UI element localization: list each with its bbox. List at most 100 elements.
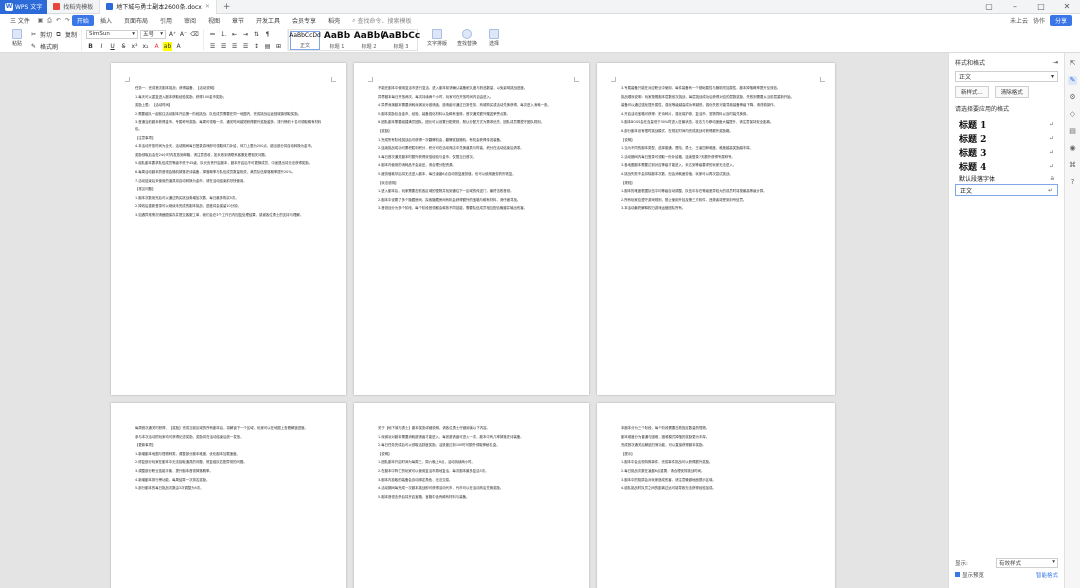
style-heading-2[interactable]: AaBb( 标题 2 [354, 31, 384, 50]
menu-item-start[interactable]: 开始 [71, 15, 94, 26]
strikethrough-icon[interactable]: S̶ [119, 42, 128, 51]
decrease-indent-icon[interactable]: ⇤ [230, 30, 239, 39]
numbered-list-icon[interactable]: ⒈ [219, 30, 228, 39]
new-tab-button[interactable]: + [217, 2, 237, 12]
underline-icon[interactable]: U [108, 42, 117, 51]
find-replace-button[interactable]: 查找替换 [454, 29, 480, 51]
line-spacing-icon[interactable]: ↕ [252, 42, 261, 51]
app-logo[interactable]: W WPS 文字 [0, 0, 48, 14]
page-1[interactable]: 任务一：完成首次副本挑战；获得装备，【活动说明】 1.每天可以重复进入副本获取经验… [111, 63, 346, 395]
collab-button[interactable]: 协作 [1033, 16, 1045, 25]
save-icon[interactable]: ▣ [36, 17, 45, 24]
style-item-heading-2[interactable]: 标题 2 ↵ [955, 131, 1058, 145]
format-painter-button[interactable]: ✎ 格式刷 [29, 41, 77, 51]
style-item-label: 正文 [960, 187, 973, 195]
style-normal[interactable]: AaBbCcDd 正文 [289, 31, 321, 50]
translate-icon[interactable]: ⌘ [1068, 161, 1077, 170]
copy-icon[interactable]: ⧉ [54, 30, 63, 39]
menu-item-view[interactable]: 视图 [202, 16, 226, 25]
minimize-icon[interactable]: – [1002, 2, 1028, 11]
chevron-down-icon: ▾ [1050, 73, 1054, 80]
align-left-icon[interactable]: ☰ [208, 42, 217, 51]
menu-item-chapter[interactable]: 章节 [226, 16, 250, 25]
menu-item-insert[interactable]: 插入 [94, 16, 118, 25]
font-name-select[interactable]: SimSun ▾ [86, 29, 139, 39]
style-item-normal[interactable]: 正文 ↵ [955, 184, 1058, 196]
close-icon[interactable]: ✕ [205, 3, 210, 10]
clear-format-button[interactable]: 清除格式 [994, 86, 1029, 98]
print-icon[interactable]: ⎙ [45, 17, 54, 25]
menu-item-reference[interactable]: 引用 [154, 16, 178, 25]
paragraph-mark-icon: ↵ [1048, 134, 1054, 142]
location-icon[interactable]: ◉ [1068, 144, 1077, 153]
style-heading-1[interactable]: AaBb 标题 1 [322, 31, 353, 50]
font-size-select[interactable]: 五号 ▾ [140, 29, 167, 39]
increase-indent-icon[interactable]: ⇥ [241, 30, 250, 39]
superscript-icon[interactable]: x² [130, 42, 139, 51]
bold-icon[interactable]: B [86, 42, 95, 51]
bullet-list-icon[interactable]: ≔ [208, 30, 217, 39]
maximize-icon[interactable]: □ [1028, 2, 1054, 11]
styles-gallery: AaBbCcDd 正文 AaBb 标题 1 AaBb( 标题 2 AaBbCc … [288, 29, 420, 51]
clear-format-icon[interactable]: ⌫ [190, 30, 199, 39]
menu-item-member[interactable]: 会员专享 [286, 16, 322, 25]
undo-icon[interactable]: ↶ [54, 17, 63, 24]
select-button[interactable]: 选择 [484, 29, 504, 51]
page-3[interactable]: 3.专属装备只能在对应职业中使用，每件装备有一个基础属性与随机附加属性，副本掉落… [597, 63, 835, 395]
redo-icon[interactable]: ↷ [63, 17, 72, 24]
tab-document[interactable]: 地下城与勇士副本2600条.docx ✕ [100, 0, 217, 14]
help-icon[interactable]: ? [1068, 178, 1077, 187]
document-area[interactable]: 任务一：完成首次副本挑战；获得装备，【活动说明】 1.每天可以重复进入副本获取经验… [0, 53, 948, 588]
menu-item-layout[interactable]: 页面布局 [118, 16, 154, 25]
menu-item-developer[interactable]: 开发工具 [250, 16, 286, 25]
show-filter-select[interactable]: 有效样式 ▾ [996, 558, 1058, 568]
highlight-icon[interactable]: ab [163, 41, 173, 51]
smart-format-link[interactable]: 智能格式 [1036, 571, 1058, 579]
new-style-button[interactable]: 新样式... [955, 86, 989, 98]
page-2[interactable]: 不能在副本中使用复活币进行复活，进入副本前请确认装备耐久度与药品数量，以免影响挑… [354, 63, 589, 395]
menu-item-review[interactable]: 审阅 [178, 16, 202, 25]
text-tools-button[interactable]: 文字排版 [424, 29, 450, 51]
panel-close-icon[interactable]: ⇥ [1053, 59, 1058, 66]
layers-icon[interactable]: ▤ [1068, 127, 1077, 136]
font-color-icon[interactable]: A [152, 42, 161, 51]
cut-button[interactable]: ✂ 剪切 ⧉ 复制 [29, 29, 77, 39]
show-preview-checkbox[interactable]: 显示预览 [955, 571, 984, 579]
command-search[interactable]: ⌕ 查找命令、搜索模板 [352, 16, 411, 26]
page-5[interactable]: 关于【地下城与勇士】副本奖励详细说明，请各位勇士仔细阅读以下内容。 1.深渊派对副… [354, 403, 589, 588]
style-item-heading-1[interactable]: 标题 1 ↵ [955, 117, 1058, 131]
window-close-icon[interactable]: ✕ [1054, 2, 1080, 11]
subscript-icon[interactable]: x₂ [141, 42, 150, 51]
menu-item-docer[interactable]: 稻壳 [322, 16, 346, 25]
style-item-default-font[interactable]: 默认段落字体 a [955, 173, 1058, 184]
file-menu[interactable]: 三 文件 [4, 16, 36, 25]
properties-icon[interactable]: ⚙ [1068, 93, 1077, 102]
align-center-icon[interactable]: ☰ [219, 42, 228, 51]
share-button[interactable]: 分享 [1049, 15, 1072, 26]
styles-pane-icon[interactable]: ✎ [1068, 76, 1077, 85]
tab-templates[interactable]: 找稻壳模板 [47, 0, 101, 14]
italic-icon[interactable]: I [97, 42, 106, 51]
shading-icon[interactable]: ▤ [263, 42, 272, 51]
style-item-heading-4[interactable]: 标题 4 ↵ [955, 159, 1058, 173]
page-6[interactable]: 本副本分为三个阶段，每个阶段需要击败指定数量的怪物。 副本难度分为普通与困难，困难… [597, 403, 835, 588]
current-style-select[interactable]: 正文 ▾ [955, 71, 1058, 82]
char-shading-icon[interactable]: A [174, 42, 183, 51]
shrink-font-icon[interactable]: A⁻ [179, 30, 188, 39]
sort-icon[interactable]: ⇅ [252, 30, 261, 39]
pointer-icon[interactable]: ⇱ [1068, 59, 1077, 68]
justify-icon[interactable]: ☰ [241, 42, 250, 51]
cloud-sync-status[interactable]: 未上云 [1010, 16, 1028, 25]
copy-label[interactable]: 复制 [65, 30, 77, 39]
style-heading-3[interactable]: AaBbCc 标题 3 [382, 31, 420, 50]
paste-button[interactable]: 粘贴 [8, 29, 26, 51]
border-icon[interactable]: ⊞ [274, 42, 283, 51]
style-item-heading-3[interactable]: 标题 3 ↵ [955, 145, 1058, 159]
layout-icon[interactable]: ▢ [976, 2, 1002, 11]
shape-icon[interactable]: ◇ [1068, 110, 1077, 119]
page-4[interactable]: 每周首次通关时获得，【奖励】完成当前区域的所有副本后，将解锁下一个区域，玩家可以… [111, 403, 346, 588]
align-right-icon[interactable]: ☰ [230, 42, 239, 51]
paragraph: 【玩法说明】 [378, 180, 399, 185]
show-marks-icon[interactable]: ¶ [263, 30, 272, 39]
grow-font-icon[interactable]: A⁺ [168, 30, 177, 39]
